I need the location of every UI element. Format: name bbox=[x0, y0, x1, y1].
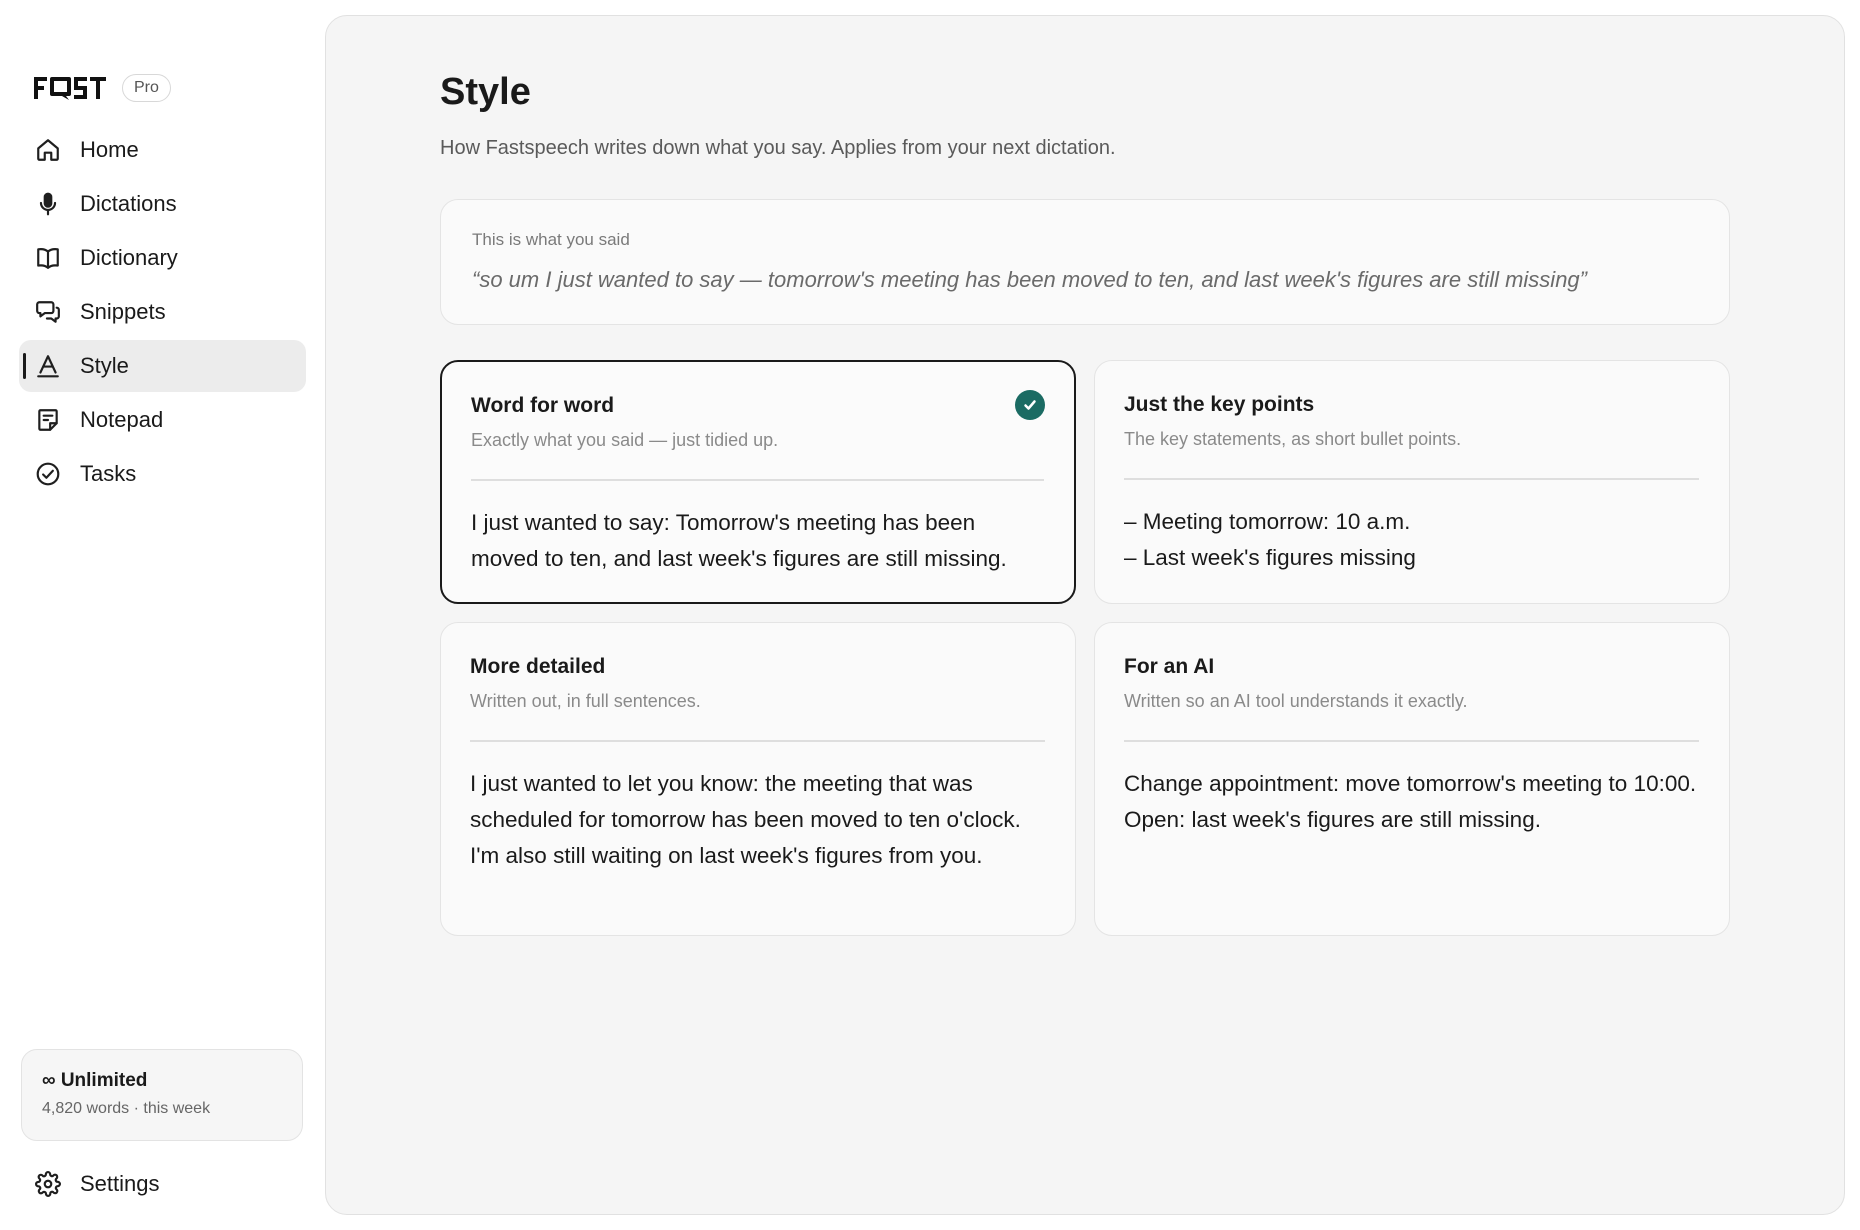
sidebar-item-home[interactable]: Home bbox=[19, 124, 306, 176]
app-window: Pro Home Dictations Dictionary Snippets … bbox=[0, 0, 1860, 1230]
sidebar-item-label: Snippets bbox=[80, 299, 166, 324]
pro-badge: Pro bbox=[122, 74, 171, 102]
style-option-title: Word for word bbox=[471, 394, 615, 417]
sidebar-item-settings[interactable]: Settings bbox=[19, 1158, 306, 1210]
home-icon bbox=[34, 136, 62, 164]
sidebar-item-dictionary[interactable]: Dictionary bbox=[19, 232, 306, 284]
settings-label: Settings bbox=[80, 1171, 160, 1196]
quote-label: This is what you said bbox=[472, 230, 630, 249]
book-icon bbox=[34, 244, 62, 272]
sidebar-item-label: Tasks bbox=[80, 461, 137, 486]
style-option-example: Change appointment: move tomorrow's meet… bbox=[1124, 770, 1697, 832]
usage-subtitle: 4,820 words · this week bbox=[42, 1100, 211, 1117]
microphone-icon bbox=[34, 190, 62, 218]
selected-check-icon bbox=[1015, 390, 1045, 420]
style-option-example: I just wanted to say: Tomorrow's meeting… bbox=[471, 509, 1007, 571]
style-option-example: I just wanted to let you know: the meeti… bbox=[470, 770, 1021, 868]
quote-text: “so um I just wanted to say — tomorrow's… bbox=[472, 267, 1587, 292]
gear-icon bbox=[34, 1170, 62, 1198]
divider bbox=[1124, 740, 1699, 742]
sidebar-item-label: Style bbox=[80, 353, 129, 378]
style-option-title: For an AI bbox=[1124, 655, 1215, 678]
style-option-description: Exactly what you said — just tidied up. bbox=[471, 430, 779, 450]
style-icon bbox=[34, 352, 62, 380]
style-option-for-an-ai[interactable]: For an AI Written so an AI tool understa… bbox=[1094, 622, 1730, 936]
sidebar-item-style[interactable]: Style bbox=[19, 340, 306, 392]
style-option-description: The key statements, as short bullet poin… bbox=[1124, 429, 1462, 449]
sidebar-item-label: Dictionary bbox=[80, 245, 178, 270]
style-option-description: Written out, in full sentences. bbox=[470, 691, 701, 711]
style-option-title: Just the key points bbox=[1124, 393, 1315, 416]
style-options-grid: Word for word Exactly what you said — ju… bbox=[440, 360, 1730, 940]
check-circle-icon bbox=[34, 460, 62, 488]
page-title: Style bbox=[440, 71, 531, 113]
divider bbox=[471, 479, 1044, 481]
notepad-icon bbox=[34, 406, 62, 434]
divider bbox=[1124, 478, 1699, 480]
style-option-description: Written so an AI tool understands it exa… bbox=[1124, 691, 1468, 711]
brand: Pro bbox=[34, 74, 171, 102]
sidebar-item-notepad[interactable]: Notepad bbox=[19, 394, 306, 446]
divider bbox=[470, 740, 1045, 742]
sidebar-item-snippets[interactable]: Snippets bbox=[19, 286, 306, 338]
usage-title: ∞ Unlimited bbox=[42, 1070, 148, 1091]
usage-card[interactable]: ∞ Unlimited 4,820 words · this week bbox=[21, 1049, 303, 1141]
sidebar-nav: Home Dictations Dictionary Snippets Styl… bbox=[19, 124, 306, 502]
main-panel: Style How Fastspeech writes down what yo… bbox=[325, 15, 1845, 1215]
fast-logo bbox=[34, 77, 106, 100]
page-subtitle: How Fastspeech writes down what you say.… bbox=[440, 137, 1116, 159]
style-option-key-points[interactable]: Just the key points The key statements, … bbox=[1094, 360, 1730, 604]
style-option-word-for-word[interactable]: Word for word Exactly what you said — ju… bbox=[440, 360, 1076, 604]
sidebar-item-label: Notepad bbox=[80, 407, 164, 432]
style-option-title: More detailed bbox=[470, 655, 606, 678]
sidebar-item-label: Home bbox=[80, 137, 139, 162]
style-option-example: – Meeting tomorrow: 10 a.m. – Last week'… bbox=[1124, 508, 1416, 570]
original-quote-card: This is what you said “so um I just want… bbox=[440, 199, 1730, 325]
sidebar: Pro Home Dictations Dictionary Snippets … bbox=[0, 0, 325, 1230]
sidebar-item-tasks[interactable]: Tasks bbox=[19, 448, 306, 500]
sidebar-item-label: Dictations bbox=[80, 191, 177, 216]
style-option-more-detailed[interactable]: More detailed Written out, in full sente… bbox=[440, 622, 1076, 936]
snippets-icon bbox=[34, 298, 62, 326]
sidebar-item-dictations[interactable]: Dictations bbox=[19, 178, 306, 230]
